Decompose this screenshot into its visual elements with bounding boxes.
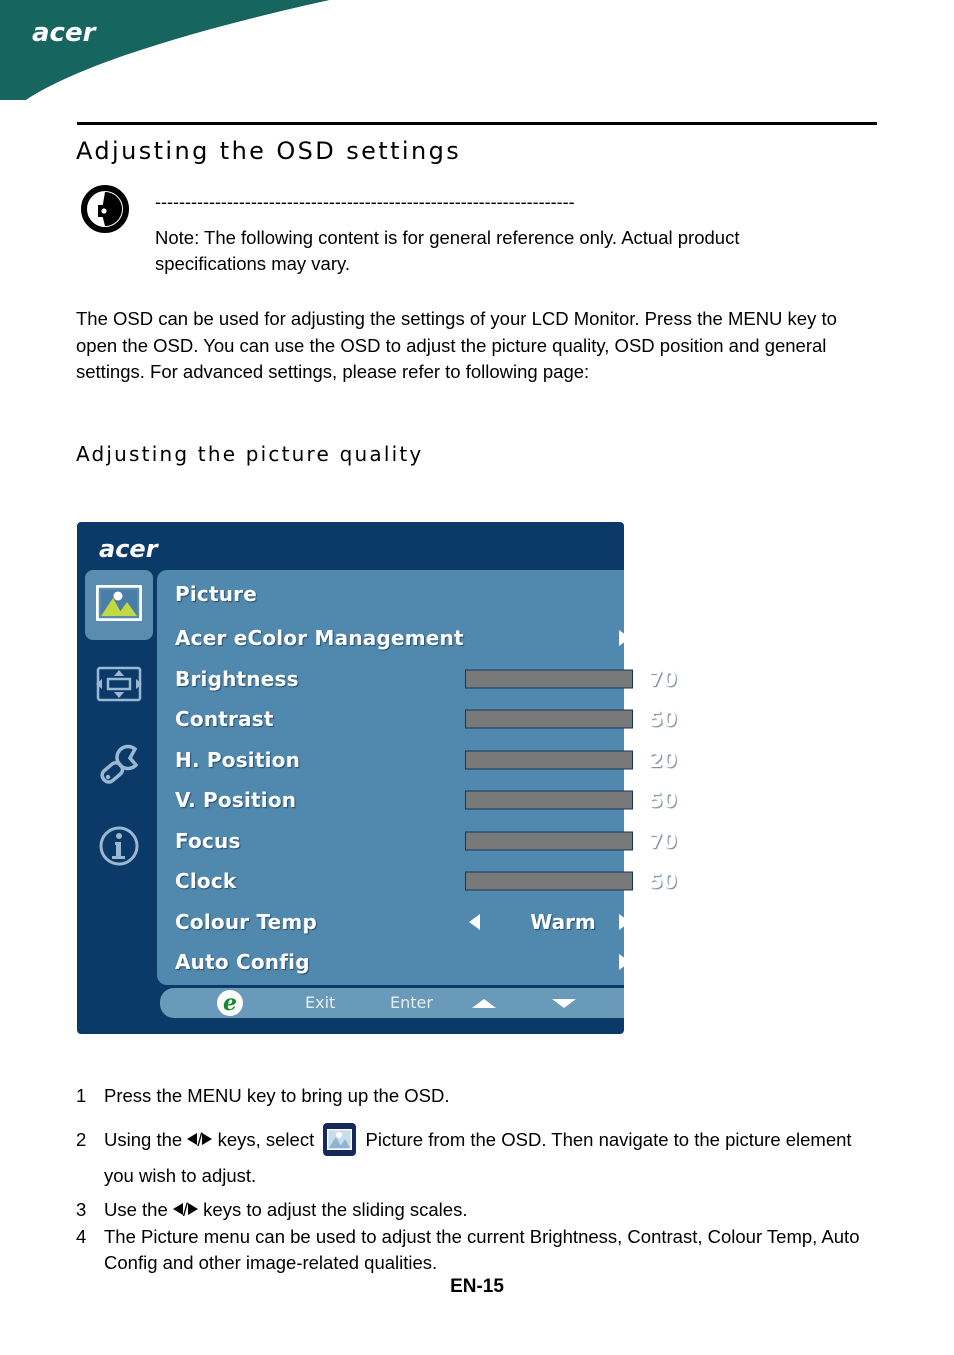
svg-text:acer: acer <box>99 536 160 562</box>
osd-position-icon <box>94 665 144 708</box>
osd-slider-brightness[interactable] <box>465 669 633 689</box>
osd-menu-screenshot: acer Picture Acer eColor Management Brig… <box>77 522 677 1034</box>
step3-part-a: Use the <box>104 1199 173 1220</box>
chevron-left-icon[interactable] <box>469 913 480 930</box>
left-arrow-icon <box>187 1133 198 1145</box>
osd-label-contrast: Contrast <box>175 707 274 732</box>
osd-content-panel: Picture Acer eColor Management Brightnes… <box>157 570 677 985</box>
page-number: EN-15 <box>450 1276 504 1297</box>
osd-footer-bar: e Exit Enter <box>160 988 624 1018</box>
osd-label-h-position: H. Position <box>175 747 301 772</box>
e-glyph: e <box>223 990 237 1016</box>
sidebar-item-picture[interactable] <box>85 570 153 640</box>
osd-label-auto-config: Auto Config <box>175 950 310 975</box>
osd-value-focus: 70 <box>649 828 677 853</box>
intro-paragraph: The OSD can be used for adjusting the se… <box>76 308 837 382</box>
step-1: 1 Press the MENU key to bring up the OSD… <box>76 1083 886 1109</box>
down-arrow-icon[interactable] <box>552 999 576 1008</box>
osd-row-colour-temp[interactable]: Colour Temp Warm <box>157 902 630 943</box>
osd-row-focus[interactable]: Focus 70 <box>157 821 677 862</box>
sidebar-item-osd-position[interactable] <box>85 651 153 721</box>
osd-value-contrast: 50 <box>649 707 677 732</box>
osd-value-clock: 50 <box>649 869 677 894</box>
acer-logo: acer <box>32 18 122 48</box>
sidebar-item-setting[interactable] <box>85 732 153 802</box>
step2-part-a: Using the <box>104 1129 188 1150</box>
osd-row-clock[interactable]: Clock 50 <box>157 861 677 902</box>
picture-icon <box>323 1123 357 1156</box>
step-text: Using the / keys, select Picture from th… <box>104 1122 886 1194</box>
osd-value-v-position: 50 <box>649 788 677 813</box>
osd-slider-focus[interactable] <box>465 831 633 851</box>
right-arrow-icon <box>202 1133 213 1145</box>
step-number: 1 <box>76 1085 87 1106</box>
osd-acer-logo: acer <box>99 535 185 563</box>
note-text: Note: The following content is for gener… <box>155 227 740 274</box>
step-number: 2 <box>76 1129 87 1150</box>
information-icon <box>97 824 141 873</box>
step2-part-b: keys, select <box>212 1129 320 1150</box>
step-text: Use the / keys to adjust the sliding sca… <box>104 1197 886 1223</box>
step-text: The Picture menu can be used to adjust t… <box>104 1226 860 1273</box>
osd-enter-label[interactable]: Enter <box>390 993 433 1012</box>
osd-value-colour-temp: Warm <box>530 909 596 934</box>
note-acer-e-icon <box>79 183 131 235</box>
osd-value-brightness: 70 <box>649 666 677 691</box>
step-4: 4 The Picture menu can be used to adjust… <box>76 1224 886 1276</box>
page-title: Adjusting the OSD settings <box>76 137 462 165</box>
osd-slider-clock[interactable] <box>465 871 633 891</box>
osd-row-contrast[interactable]: Contrast 50 <box>157 699 677 740</box>
osd-label-ecolor: Acer eColor Management <box>175 626 464 651</box>
note-dashed-rule: ----------------------------------------… <box>155 192 575 212</box>
osd-label-focus: Focus <box>175 828 241 853</box>
left-arrow-icon <box>172 1203 183 1215</box>
page-header-band <box>0 0 954 100</box>
header-divider <box>77 122 877 125</box>
osd-row-auto-config[interactable]: Auto Config <box>157 942 630 983</box>
step-3: 3 Use the / keys to adjust the sliding s… <box>76 1197 886 1223</box>
osd-label-clock: Clock <box>175 869 237 894</box>
chevron-right-icon[interactable] <box>619 913 630 930</box>
osd-row-h-position[interactable]: H. Position 20 <box>157 740 677 781</box>
osd-slider-contrast[interactable] <box>465 709 633 729</box>
acer-e-logo-icon: e <box>217 990 243 1016</box>
osd-label-colour-temp: Colour Temp <box>175 909 317 934</box>
osd-exit-label[interactable]: Exit <box>305 993 335 1012</box>
step-2: 2 Using the / keys, select Picture from … <box>76 1122 886 1194</box>
osd-value-h-position: 20 <box>649 747 677 772</box>
svg-text:acer: acer <box>32 18 98 48</box>
right-arrow-icon <box>188 1203 199 1215</box>
up-arrow-icon[interactable] <box>472 999 496 1008</box>
osd-label-brightness: Brightness <box>175 666 299 691</box>
osd-slider-h-position[interactable] <box>465 750 633 770</box>
chevron-right-icon <box>619 954 630 971</box>
chevron-right-icon <box>619 630 630 647</box>
instruction-steps: 1 Press the MENU key to bring up the OSD… <box>76 1083 886 1276</box>
osd-row-v-position[interactable]: V. Position 50 <box>157 780 677 821</box>
subsection-title: Adjusting the picture quality <box>76 442 424 466</box>
osd-menu-title-row: Picture <box>157 570 624 618</box>
osd-sidebar <box>85 570 157 894</box>
step3-part-b: keys to adjust the sliding scales. <box>198 1199 468 1220</box>
osd-row-ecolor[interactable]: Acer eColor Management <box>157 618 630 659</box>
step-number: 3 <box>76 1199 87 1220</box>
setting-wrench-icon <box>97 744 141 791</box>
step-number: 4 <box>76 1226 87 1247</box>
osd-slider-v-position[interactable] <box>465 790 633 810</box>
sidebar-item-information[interactable] <box>85 813 153 883</box>
osd-row-brightness[interactable]: Brightness 70 <box>157 659 677 700</box>
picture-icon <box>95 583 143 626</box>
osd-menu-title: Picture <box>175 582 257 606</box>
osd-label-v-position: V. Position <box>175 788 297 813</box>
step-text: Press the MENU key to bring up the OSD. <box>104 1085 450 1106</box>
